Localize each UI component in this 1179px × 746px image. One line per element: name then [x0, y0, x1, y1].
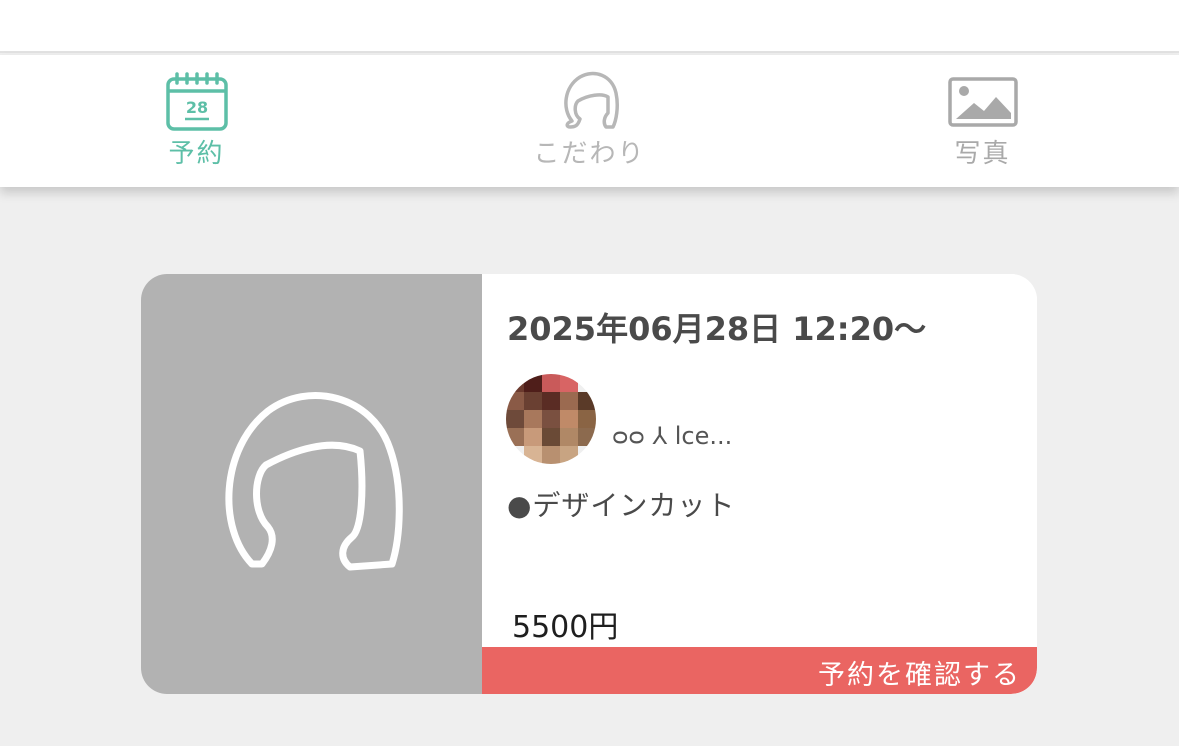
calendar-icon: 28	[165, 69, 229, 135]
stylist-avatar	[506, 374, 596, 464]
tab-kodawari-label: こだわり	[533, 139, 646, 169]
tab-reserve-label: 予約	[168, 139, 225, 169]
confirm-reservation-label: 予約を確認する	[818, 660, 1021, 691]
hair-silhouette-icon	[558, 69, 622, 135]
tab-photo[interactable]: 写真	[786, 55, 1179, 187]
stylist-name: ᴑᴑ ⅄ lᴄe...	[612, 422, 733, 450]
tab-photo-label: 写真	[954, 139, 1011, 169]
tab-kodawari[interactable]: こだわり	[393, 55, 786, 187]
tab-reserve[interactable]: 28 予約	[0, 55, 393, 187]
reservation-thumbnail	[141, 274, 482, 694]
reservation-card[interactable]: 2025年06月28日 12:20〜 ᴑᴑ ⅄ lᴄe... ●デザインカット …	[141, 274, 1037, 694]
tab-bar: 28 予約 こだわり 写真	[0, 55, 1179, 187]
confirm-reservation-button[interactable]: 予約を確認する	[482, 647, 1037, 694]
calendar-day-text: 28	[185, 98, 207, 117]
top-header-strip	[0, 0, 1179, 53]
hair-silhouette-icon	[224, 392, 403, 571]
image-icon	[947, 69, 1018, 135]
reservation-datetime: 2025年06月28日 12:20〜	[507, 310, 927, 348]
menu-price: 5500円	[512, 610, 619, 645]
menu-name: ●デザインカット	[507, 489, 736, 522]
reservation-details: 2025年06月28日 12:20〜 ᴑᴑ ⅄ lᴄe... ●デザインカット …	[482, 274, 1037, 694]
